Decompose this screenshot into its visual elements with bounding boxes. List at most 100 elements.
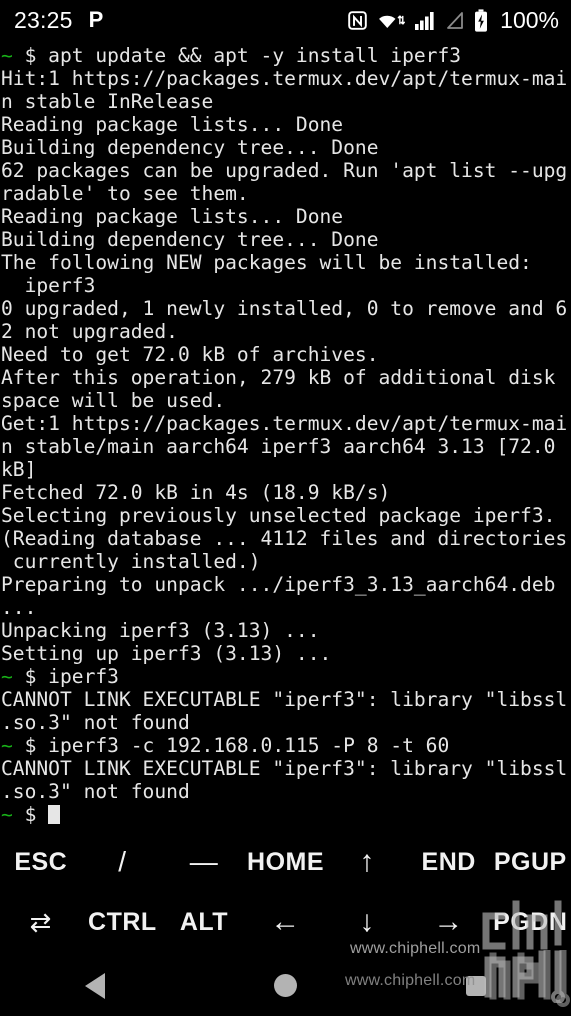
terminal-line-text: The following NEW packages will be insta… <box>1 251 532 274</box>
signal-empty-icon <box>445 10 465 31</box>
terminal-line: n stable/main aarch64 iperf3 aarch64 3.1… <box>1 435 571 458</box>
terminal-line-text: space will be used. <box>1 389 226 412</box>
terminal-line: iperf3 <box>1 274 571 297</box>
terminal-line-text: ... <box>1 596 37 619</box>
terminal-line: After this operation, 279 kB of addition… <box>1 366 571 389</box>
terminal-line: 2 not upgraded. <box>1 320 571 343</box>
terminal-line-text: $ <box>12 803 49 826</box>
home-icon[interactable] <box>273 974 297 997</box>
status-bar-clock: 23:25 <box>14 6 73 33</box>
terminal-line: ~ $ iperf3 <box>1 665 571 688</box>
terminal-line: Fetched 72.0 kB in 4s (18.9 kB/s) <box>1 481 571 504</box>
key-arrow-down[interactable]: ↓ <box>326 892 408 952</box>
shell-prompt-tilde: ~ <box>1 665 13 688</box>
terminal-line-text: Reading package lists... Done <box>1 113 344 136</box>
key-alt[interactable]: ALT <box>163 892 245 952</box>
terminal-line-text: currently installed.) <box>1 550 261 573</box>
terminal-line: Unpacking iperf3 (3.13) ... <box>1 619 571 642</box>
wifi-icon <box>377 10 406 31</box>
key-dash[interactable]: — <box>163 832 245 892</box>
terminal-line-text: Building dependency tree... Done <box>1 228 379 251</box>
key-arrow-left[interactable]: ← <box>245 892 327 952</box>
shell-prompt-tilde: ~ <box>1 734 13 757</box>
status-bar: 23:25 P 100% <box>0 0 571 40</box>
terminal-line: Hit:1 https://packages.termux.dev/apt/te… <box>1 67 571 90</box>
terminal-line-text: After this operation, 279 kB of addition… <box>1 366 556 389</box>
terminal-line-text: Preparing to unpack .../iperf3_3.13_aarc… <box>1 573 556 596</box>
terminal-line: 62 packages can be upgraded. Run 'apt li… <box>1 159 571 182</box>
back-icon[interactable] <box>85 972 106 999</box>
terminal-line: CANNOT LINK EXECUTABLE "iperf3": library… <box>1 688 571 711</box>
terminal-line: Building dependency tree... Done <box>1 228 571 251</box>
terminal-line-text: n stable/main aarch64 iperf3 aarch64 3.1… <box>1 435 556 458</box>
terminal-line: Reading package lists... Done <box>1 113 571 136</box>
key-ctrl[interactable]: CTRL <box>82 892 164 952</box>
terminal-line: The following NEW packages will be insta… <box>1 251 571 274</box>
android-navigation-bar <box>0 955 571 1016</box>
terminal-line-text: n stable InRelease <box>1 90 214 113</box>
terminal-line-text: Selecting previously unselected package … <box>1 504 556 527</box>
key-slash[interactable]: / <box>82 832 164 892</box>
terminal-line: .so.3" not found <box>1 780 571 803</box>
key-pgdn[interactable]: PGDN <box>489 892 571 952</box>
terminal-line: currently installed.) <box>1 550 571 573</box>
terminal-line-text: .so.3" not found <box>1 780 190 803</box>
terminal-line: CANNOT LINK EXECUTABLE "iperf3": library… <box>1 757 571 780</box>
terminal-line: Reading package lists... Done <box>1 205 571 228</box>
app-indicator-p: P <box>88 7 104 32</box>
terminal-line-text: 62 packages can be upgraded. Run 'apt li… <box>1 159 568 182</box>
terminal-line-text: $ apt update && apt -y install iperf3 <box>12 44 462 67</box>
terminal-line: Preparing to unpack .../iperf3_3.13_aarc… <box>1 573 571 596</box>
key-tab[interactable]: ⇄ <box>0 892 82 952</box>
recents-icon[interactable] <box>465 975 486 996</box>
terminal-line-text: CANNOT LINK EXECUTABLE "iperf3": library… <box>1 688 568 711</box>
terminal-line: Get:1 https://packages.termux.dev/apt/te… <box>1 412 571 435</box>
key-esc[interactable]: ESC <box>0 832 82 892</box>
terminal-line-text: Reading package lists... Done <box>1 205 344 228</box>
status-bar-icons: 100% <box>347 7 559 34</box>
terminal-cursor <box>48 805 60 824</box>
terminal-line: (Reading database ... 4112 files and dir… <box>1 527 571 550</box>
extra-keys-bar: ESC / — HOME ↑ END PGUP ⇄ CTRL ALT ← ↓ → PGDN <box>0 830 571 955</box>
battery-percent-label: 100% <box>500 6 559 33</box>
terminal-line: Selecting previously unselected package … <box>1 504 571 527</box>
extra-keys-row-1: ESC / — HOME ↑ END PGUP <box>0 832 571 892</box>
terminal-line-text: $ iperf3 -c 192.168.0.115 -P 8 -t 60 <box>12 734 450 757</box>
shell-prompt-tilde: ~ <box>1 44 13 67</box>
terminal-line: radable' to see them. <box>1 182 571 205</box>
key-pgup[interactable]: PGUP <box>489 832 571 892</box>
nav-home-slot[interactable] <box>190 974 380 997</box>
nav-recents-slot[interactable] <box>381 975 571 996</box>
terminal-line: Need to get 72.0 kB of archives. <box>1 343 571 366</box>
terminal-line-text: Building dependency tree... Done <box>1 136 379 159</box>
terminal-line: .so.3" not found <box>1 711 571 734</box>
terminal-line-text: $ iperf3 <box>12 665 119 688</box>
terminal-line: 0 upgraded, 1 newly installed, 0 to remo… <box>1 297 571 320</box>
terminal-line: ... <box>1 596 571 619</box>
nav-back-slot[interactable] <box>0 972 190 999</box>
terminal-line-text: Hit:1 https://packages.termux.dev/apt/te… <box>1 67 568 90</box>
terminal-line-text: 0 upgraded, 1 newly installed, 0 to remo… <box>1 297 568 320</box>
signal-bars-icon <box>414 10 436 31</box>
nfc-icon <box>347 10 368 31</box>
terminal-line-text: iperf3 <box>1 274 96 297</box>
terminal-line: Building dependency tree... Done <box>1 136 571 159</box>
key-end[interactable]: END <box>408 832 490 892</box>
terminal-line-text: Fetched 72.0 kB in 4s (18.9 kB/s) <box>1 481 391 504</box>
terminal-output[interactable]: ~ $ apt update && apt -y install iperf3 H… <box>0 40 571 830</box>
key-arrow-up[interactable]: ↑ <box>326 832 408 892</box>
shell-prompt-tilde: ~ <box>1 803 13 826</box>
terminal-line-text: Need to get 72.0 kB of archives. <box>1 343 379 366</box>
terminal-line-text: CANNOT LINK EXECUTABLE "iperf3": library… <box>1 757 568 780</box>
terminal-line: ~ $ iperf3 -c 192.168.0.115 -P 8 -t 60 <box>1 734 571 757</box>
terminal-line: space will be used. <box>1 389 571 412</box>
terminal-line-text: Get:1 https://packages.termux.dev/apt/te… <box>1 412 568 435</box>
terminal-line-text: .so.3" not found <box>1 711 190 734</box>
key-home[interactable]: HOME <box>245 832 327 892</box>
terminal-line: kB] <box>1 458 571 481</box>
terminal-line: ~ $ apt update && apt -y install iperf3 <box>1 44 571 67</box>
battery-charging-icon <box>474 8 488 32</box>
key-arrow-right[interactable]: → <box>408 892 490 952</box>
terminal-line-text: radable' to see them. <box>1 182 249 205</box>
terminal-line: Setting up iperf3 (3.13) ... <box>1 642 571 665</box>
